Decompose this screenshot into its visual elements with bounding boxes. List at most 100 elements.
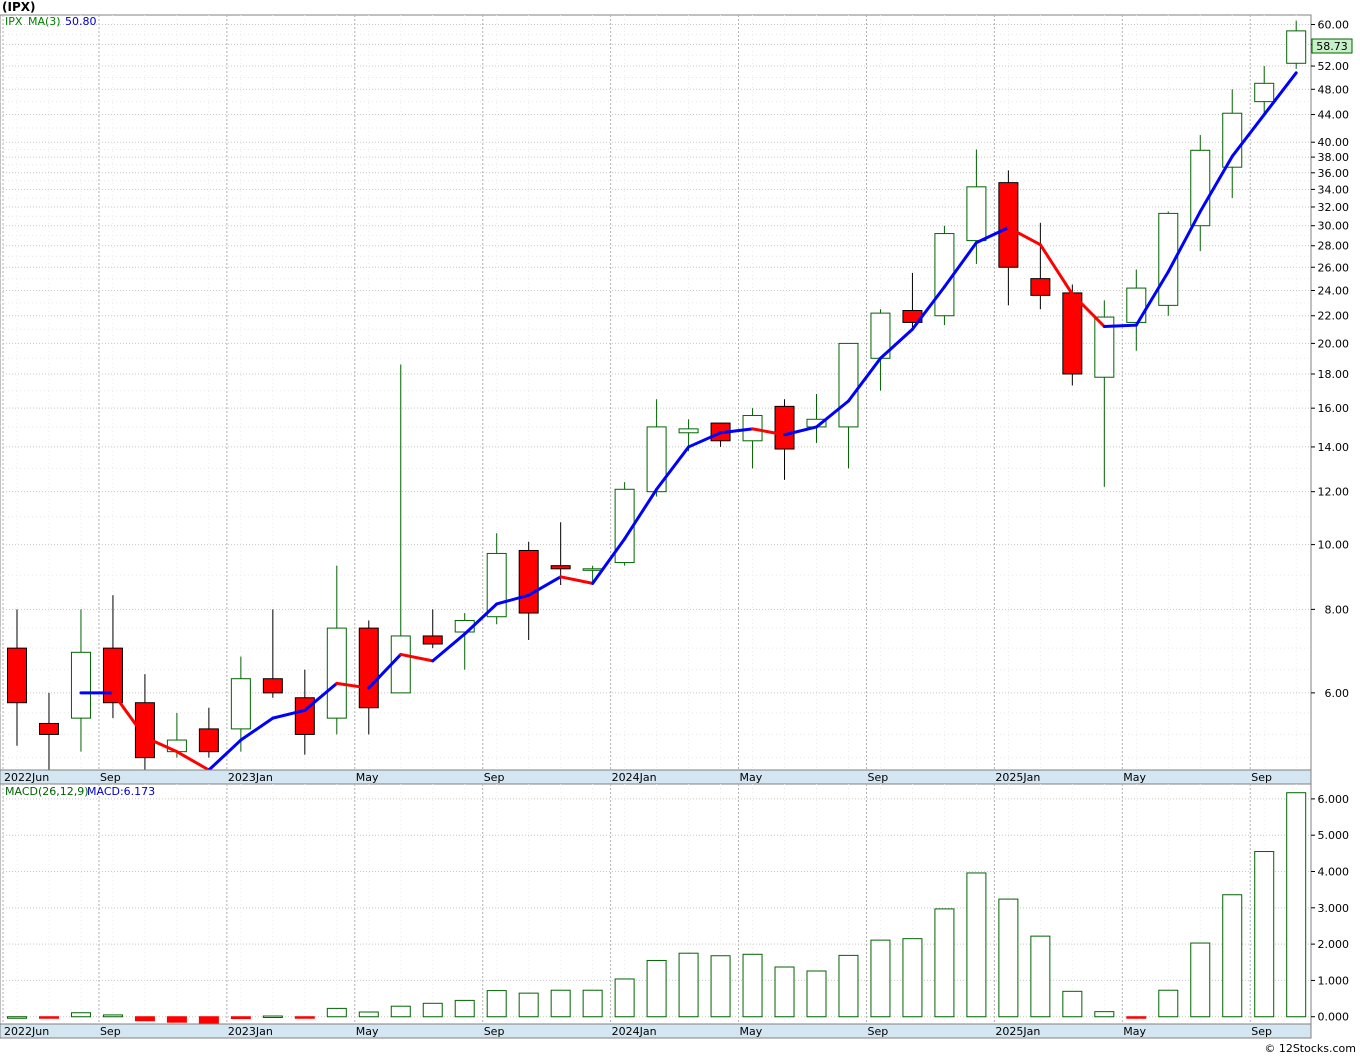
macd-tick-label: 2.000 (1318, 938, 1350, 951)
price-tick-label: 12.00 (1318, 486, 1350, 499)
macd-bar (646, 959, 667, 1018)
chart-title: (IPX) (2, 0, 35, 14)
price-tick-label: 14.00 (1318, 441, 1350, 454)
macd-bar (326, 1007, 347, 1018)
candle-body (390, 635, 411, 694)
macd-bar (70, 1012, 91, 1018)
macd-bar (998, 898, 1019, 1018)
candle-body (518, 549, 539, 614)
price-tick-label: 24.00 (1318, 284, 1350, 297)
price-tick-label: 16.00 (1318, 402, 1350, 415)
macd-value: MACD:6.173 (87, 785, 155, 798)
price-tick-label: 28.00 (1318, 240, 1350, 253)
candle-body (1062, 292, 1083, 375)
candle-body (934, 233, 955, 317)
price-tick-label: 40.00 (1318, 136, 1350, 149)
last-price-badge: 58.73 (1311, 38, 1353, 54)
macd-bar (7, 1016, 27, 1019)
price-tick-label: 48.00 (1318, 83, 1350, 96)
macd-bar (358, 1011, 379, 1018)
candle-body (198, 728, 219, 753)
ticker-label: IPX (5, 15, 23, 28)
price-tick-label: 36.00 (1318, 167, 1350, 180)
macd-panel: 0.000 1.000 2.000 3.000 4.000 5.000 6.000 (0, 783, 1350, 1025)
macd-bar (1062, 990, 1083, 1018)
macd-bar (838, 954, 859, 1018)
price-tick-label: 8.00 (1325, 603, 1350, 616)
last-price-label: 58.73 (1316, 40, 1348, 53)
price-x-label: 2025Jan (995, 771, 1040, 784)
macd-x-label: Sep (100, 1025, 121, 1038)
price-x-label: May (356, 771, 379, 784)
macd-bar (966, 872, 987, 1018)
candle-body (486, 552, 507, 618)
price-tick-label: 34.00 (1318, 183, 1350, 196)
macd-bar (486, 990, 507, 1018)
macd-bar (198, 1016, 219, 1025)
candle-body (678, 428, 699, 434)
macd-bar (678, 952, 699, 1018)
macd-bar (1222, 894, 1243, 1018)
macd-tick-label: 3.000 (1318, 902, 1350, 915)
price-x-label: Sep (867, 771, 888, 784)
macd-tick-label: 1.000 (1318, 974, 1350, 987)
price-tick-label: 26.00 (1318, 261, 1350, 274)
candle-up (614, 482, 635, 566)
copyright: © 12Stocks.com (1264, 1042, 1356, 1055)
candle-body (1254, 82, 1275, 103)
price-tick-label: 18.00 (1318, 368, 1350, 381)
macd-bar (262, 1015, 283, 1019)
price-tick-label: 60.00 (1318, 19, 1350, 32)
macd-tick-label: 4.000 (1318, 866, 1350, 879)
candle-body (774, 405, 795, 450)
macd-tick-label: 6.000 (1318, 793, 1350, 806)
price-x-axis: 2022Jun Sep 2023Jan May Sep 2024Jan May Sep 2025… (0, 769, 1312, 785)
macd-bar (230, 1016, 251, 1020)
macd-bar (1254, 851, 1275, 1018)
price-y-axis: 6.00 8.00 10.00 12.00 14.00 16.00 18.00 20.00 22… (1311, 19, 1349, 700)
macd-bar (518, 992, 539, 1018)
price-tick-label: 30.00 (1318, 220, 1350, 233)
stock-chart: 6.00 8.00 10.00 12.00 14.00 16.00 18.00 20.00 22… (0, 0, 1356, 1055)
macd-x-label: 2024Jan (612, 1025, 657, 1038)
price-panel: 6.00 8.00 10.00 12.00 14.00 16.00 18.00 20.00 22… (0, 14, 1349, 783)
macd-label: MACD(26,12,9) (5, 785, 89, 798)
macd-bar (934, 908, 955, 1018)
price-tick-label: 10.00 (1318, 539, 1350, 552)
macd-bar (134, 1016, 155, 1022)
price-x-label: May (1123, 771, 1146, 784)
macd-bar (454, 999, 475, 1018)
price-tick-label: 52.00 (1318, 60, 1350, 73)
macd-bar (1286, 792, 1307, 1018)
candle-body (70, 651, 91, 719)
candle-body (550, 565, 571, 570)
ma-segment (1102, 323, 1138, 328)
macd-x-label: 2022Jun (4, 1025, 49, 1038)
macd-bar (1190, 942, 1211, 1018)
candle-body (1126, 287, 1147, 323)
candle-body (998, 182, 1019, 268)
macd-x-label: 2025Jan (995, 1025, 1040, 1038)
macd-x-axis: 2022Jun Sep 2023Jan May Sep 2024Jan May Sep 2025… (0, 1023, 1312, 1039)
price-x-label: 2024Jan (612, 771, 657, 784)
macd-x-label: May (356, 1025, 379, 1038)
candle-body (1030, 278, 1051, 296)
price-tick-label: 44.00 (1318, 109, 1350, 122)
candle-body (7, 647, 27, 704)
macd-bar (774, 966, 795, 1018)
candle-body (230, 678, 251, 730)
candle-body (838, 342, 859, 428)
macd-bar (1126, 1016, 1147, 1019)
macd-bar (1030, 935, 1051, 1018)
macd-tick-label: 0.000 (1318, 1011, 1350, 1024)
macd-x-label: Sep (1251, 1025, 1272, 1038)
ma-label: MA(3) (28, 15, 61, 28)
price-tick-label: 20.00 (1318, 337, 1350, 350)
price-x-label: Sep (484, 771, 505, 784)
macd-bar (742, 953, 763, 1018)
macd-bar (1094, 1011, 1115, 1018)
macd-bar (422, 1002, 443, 1018)
macd-bar (550, 989, 571, 1018)
price-tick-label: 22.00 (1318, 310, 1350, 323)
macd-bar (38, 1016, 59, 1019)
